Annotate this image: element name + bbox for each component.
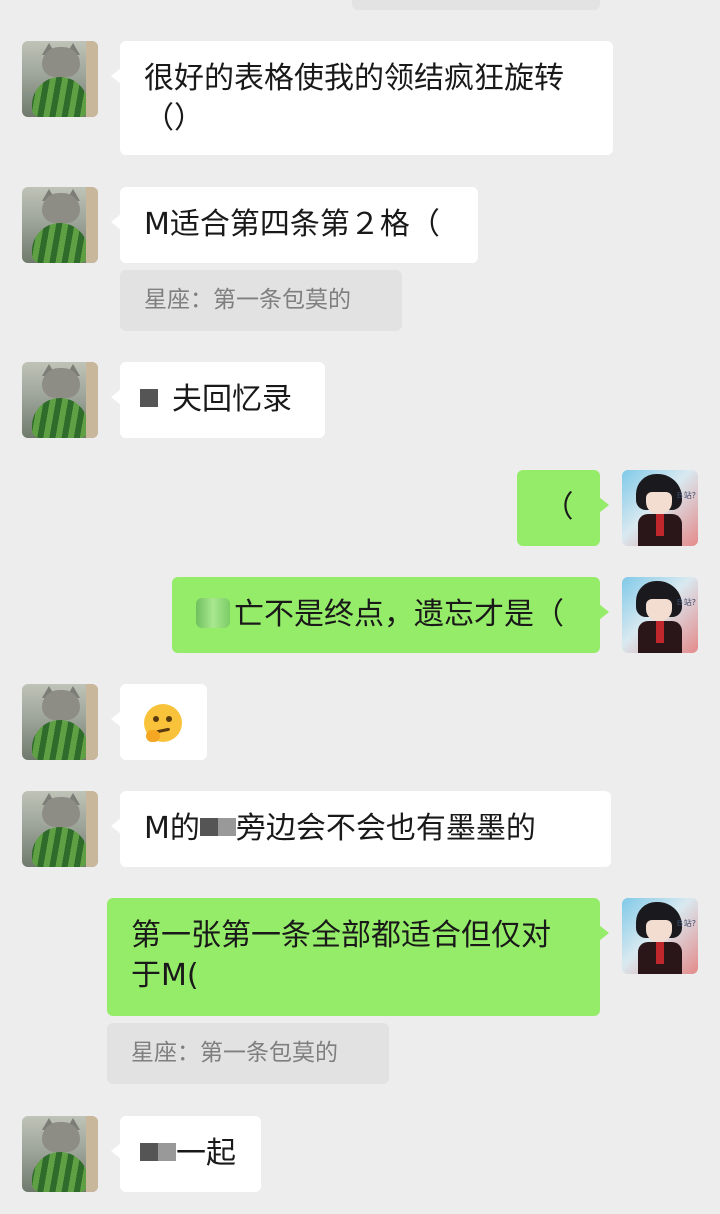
message-bubble[interactable]: 夫回忆录 — [111, 362, 325, 438]
message-bubble[interactable] — [111, 684, 207, 760]
redacted-blur — [140, 1142, 176, 1161]
message-bubble[interactable]: 很好的表格使我的领结疯狂旋转 （） — [111, 41, 613, 155]
message-text: 一起 — [176, 1136, 236, 1171]
redacted-blur — [140, 388, 158, 407]
quoted-reply[interactable]: 星座：第一条包莫的 — [120, 270, 402, 331]
message-text: M的 — [144, 811, 200, 846]
message-text: 亡不是终点，遗忘才是（ — [234, 597, 564, 632]
message-bubble[interactable]: M适合第四条第２格（ — [111, 187, 478, 263]
message-bubble[interactable]: 亡不是终点，遗忘才是（ — [172, 577, 609, 653]
quoted-reply[interactable]: 星座：第一条包莫的 — [107, 1023, 389, 1084]
contact-avatar[interactable] — [22, 1116, 98, 1192]
redacted-blur — [199, 817, 236, 836]
message-bubble[interactable]: M的 旁边会不会也有墨墨的 — [111, 791, 611, 867]
contact-avatar[interactable] — [22, 187, 98, 263]
redacted-blur — [196, 597, 230, 628]
contact-avatar[interactable] — [22, 791, 98, 867]
self-avatar[interactable]: Ｂ站? — [622, 470, 698, 546]
self-avatar[interactable]: Ｂ站? — [622, 577, 698, 653]
contact-avatar[interactable] — [22, 684, 98, 760]
message-text: 旁边会不会也有墨墨的 — [235, 811, 536, 846]
contact-avatar[interactable] — [22, 362, 98, 438]
message-bubble[interactable]: 第一张第一条全部都适合但仅对 于M( — [107, 898, 609, 1016]
message-bubble[interactable]: （ — [517, 470, 609, 546]
thinking-face-emoji — [144, 703, 182, 742]
message-text: 夫回忆录 — [172, 382, 292, 417]
contact-avatar[interactable] — [22, 41, 98, 117]
previous-quote-fragment — [352, 0, 600, 10]
self-avatar[interactable]: Ｂ站? — [622, 898, 698, 974]
message-bubble[interactable]: 一起 — [111, 1116, 261, 1192]
